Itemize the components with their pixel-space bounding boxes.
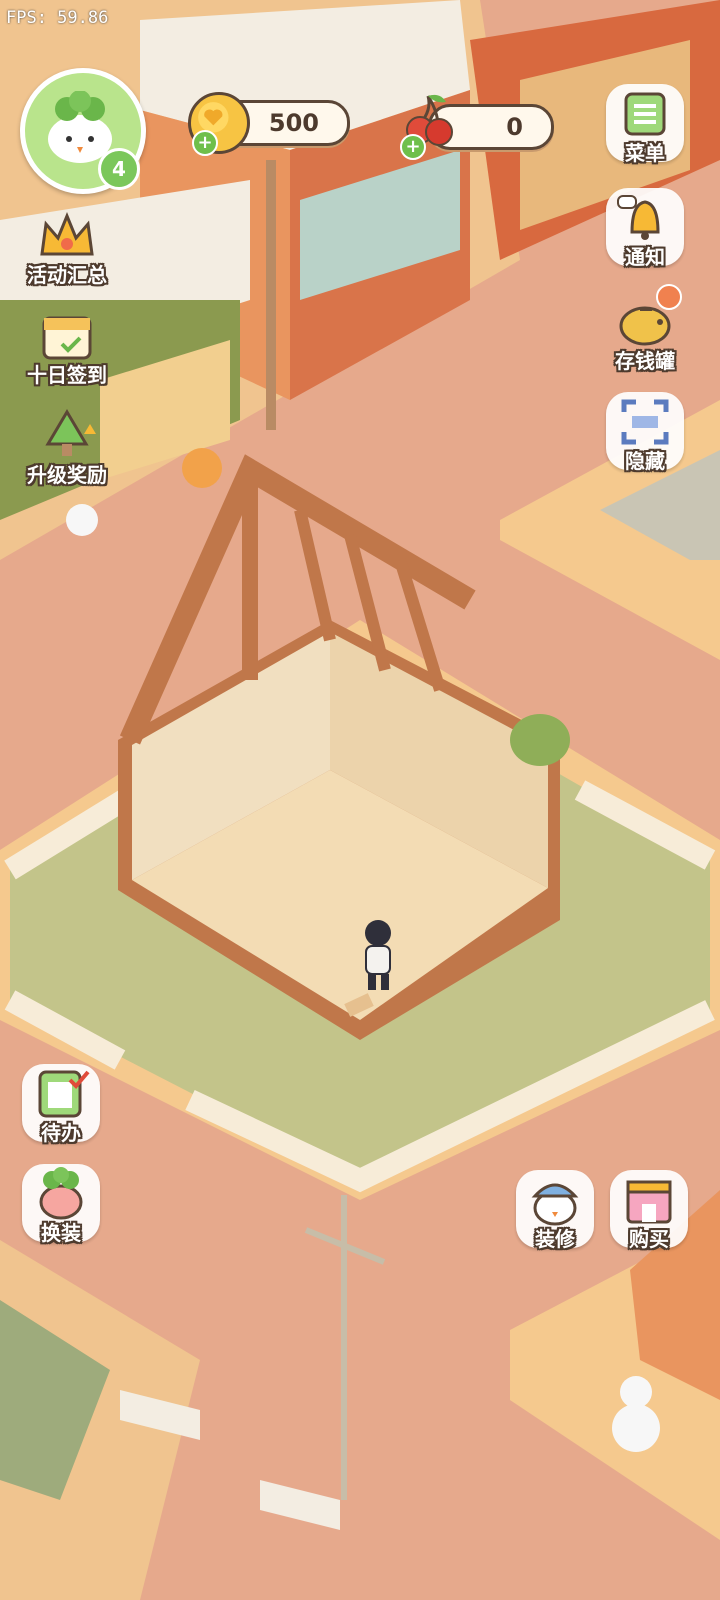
todo-button[interactable]: 待办 [18, 1062, 104, 1148]
ten-day-checkin-label: 十日签到 [27, 363, 107, 387]
player-level-badge: 4 [98, 148, 140, 190]
add-cherries-button[interactable]: + [400, 134, 426, 160]
snowman [612, 1404, 660, 1452]
piggy-bank-alert-icon [656, 284, 682, 310]
event-summary-button[interactable]: 活动汇总 [24, 204, 110, 290]
shop-label: 购买 [629, 1227, 669, 1251]
piggy-bank-label: 存钱罐 [615, 349, 675, 373]
coin-amount: 500 [268, 109, 319, 137]
hide-ui-button[interactable]: 隐藏 [602, 390, 688, 476]
piggy-bank-button[interactable]: 存钱罐 [602, 284, 688, 376]
ivy-plant [510, 714, 570, 766]
hide-ui-label: 隐藏 [625, 449, 665, 473]
renovate-label: 装修 [535, 1227, 575, 1251]
renovate-button[interactable]: 装修 [512, 1168, 598, 1254]
todo-label: 待办 [41, 1121, 81, 1145]
ten-day-checkin-button[interactable]: 十日签到 [24, 304, 110, 390]
notification-button[interactable]: 通知 [602, 186, 688, 272]
menu-label: 菜单 [625, 141, 665, 165]
snowman [66, 504, 98, 536]
utility-pole [266, 160, 276, 430]
fps-counter: FPS: 59.86 [6, 8, 109, 28]
notification-label: 通知 [625, 245, 665, 269]
event-summary-label: 活动汇总 [27, 263, 107, 287]
dress-up-button[interactable]: 换装 [18, 1162, 104, 1248]
menu-button[interactable]: 菜单 [602, 82, 688, 168]
add-coins-button[interactable]: + [192, 130, 218, 156]
level-reward-button[interactable]: 升级奖励 [24, 404, 110, 490]
level-reward-label: 升级奖励 [27, 463, 107, 487]
dress-up-label: 换装 [41, 1221, 81, 1245]
cherry-amount: 0 [506, 113, 523, 141]
snowman-head [620, 1376, 652, 1408]
npc-duck [182, 448, 222, 488]
shop-button[interactable]: 购买 [606, 1168, 692, 1254]
